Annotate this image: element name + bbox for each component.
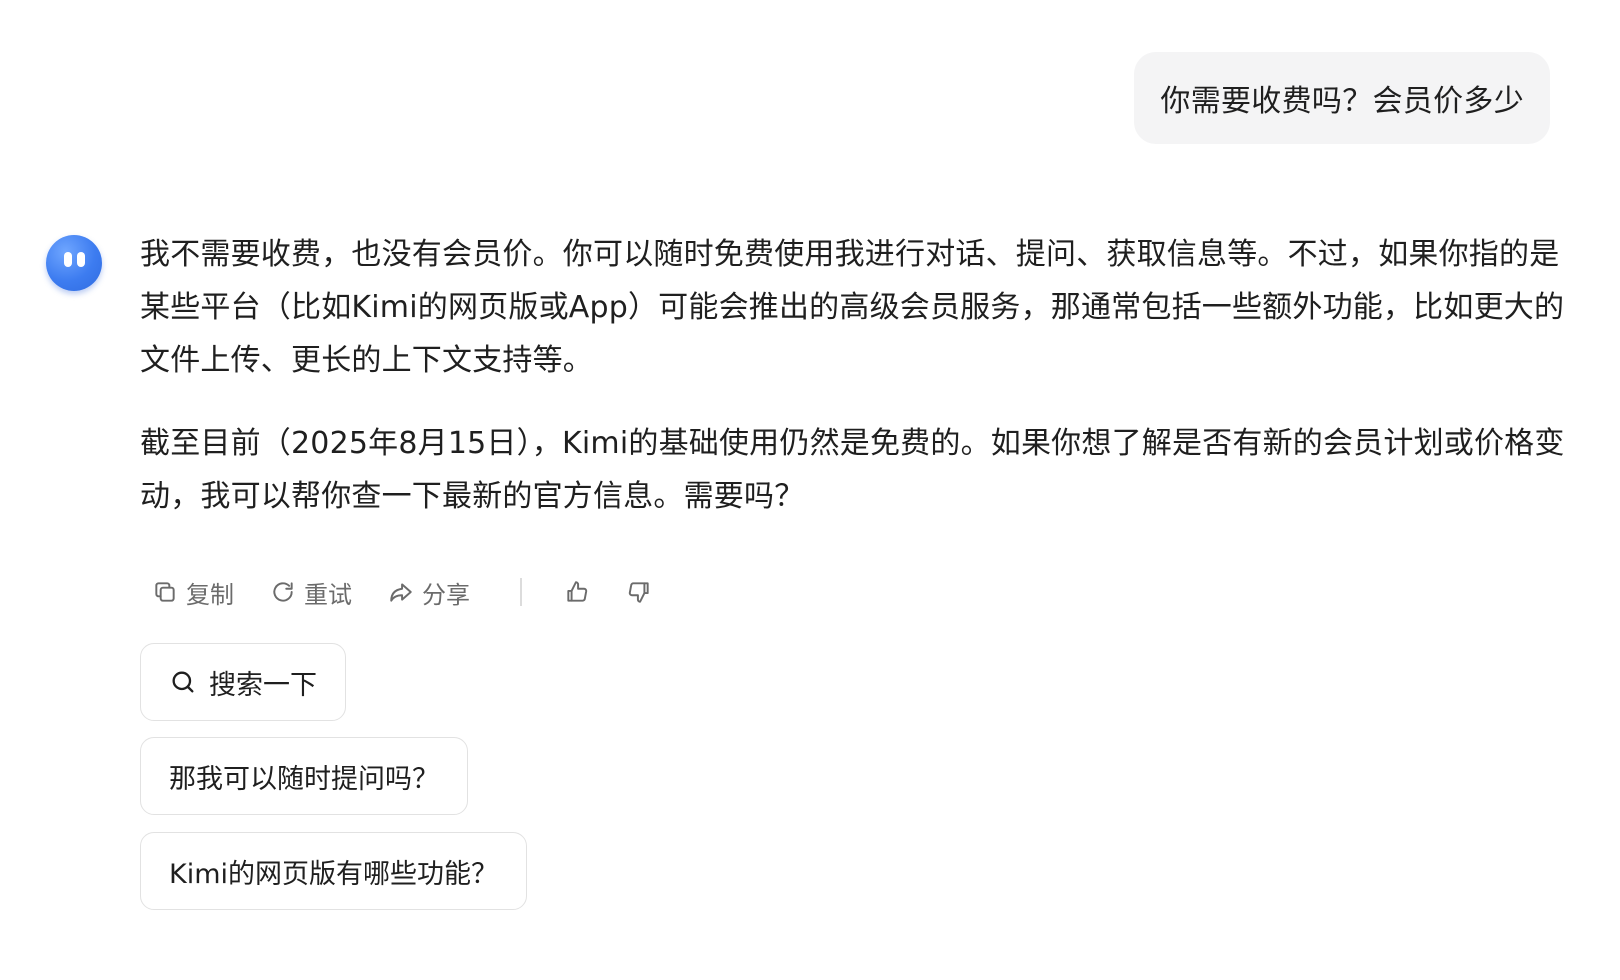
share-label: 分享 <box>422 580 470 609</box>
suggestion-button[interactable]: Kimi的网页版有哪些功能？ <box>140 832 528 910</box>
assistant-paragraph: 截至目前（2025年8月15日），Kimi的基础使用仍然是免费的。如果你想了解是… <box>140 426 1565 514</box>
assistant-paragraph: 我不需要收费，也没有会员价。你可以随时免费使用我进行对话、提问、获取信息等。不过… <box>140 237 1565 378</box>
avatar-left-eye <box>64 252 72 267</box>
retry-button[interactable]: 重试 <box>258 569 364 616</box>
user-message-bubble: 你需要收费吗？会员价多少 <box>1134 52 1550 144</box>
avatar-right-eye <box>77 252 85 267</box>
like-button[interactable] <box>552 573 602 611</box>
assistant-avatar <box>46 235 102 291</box>
thumbs-down-icon <box>628 582 649 603</box>
suggestion-label: 搜索一下 <box>209 669 317 701</box>
chat-page: 你需要收费吗？会员价多少 我不需要收费，也没有会员价。你可以随时免费使用我进行对… <box>0 0 1620 980</box>
copy-label: 复制 <box>186 580 234 609</box>
retry-label: 重试 <box>304 580 352 609</box>
share-icon <box>390 583 412 602</box>
message-action-bar: 复制 重试 分享 <box>140 570 676 614</box>
user-message-text: 你需要收费吗？会员价多少 <box>1160 84 1524 119</box>
suggestion-label: 那我可以随时提问吗？ <box>169 763 439 795</box>
suggestion-button[interactable]: 那我可以随时提问吗？ <box>140 737 468 815</box>
thumbs-up-icon <box>567 581 588 602</box>
assistant-message: 我不需要收费，也没有会员价。你可以随时免费使用我进行对话、提问、获取信息等。不过… <box>140 228 1565 553</box>
share-button[interactable]: 分享 <box>376 569 482 616</box>
copy-button[interactable]: 复制 <box>140 569 246 616</box>
search-suggestion-button[interactable]: 搜索一下 <box>140 643 346 721</box>
suggestion-label: Kimi的网页版有哪些功能？ <box>169 858 499 890</box>
copy-icon <box>155 582 175 602</box>
dislike-button[interactable] <box>614 573 664 611</box>
search-icon <box>172 671 194 693</box>
refresh-icon <box>273 582 293 602</box>
action-divider <box>520 578 522 606</box>
